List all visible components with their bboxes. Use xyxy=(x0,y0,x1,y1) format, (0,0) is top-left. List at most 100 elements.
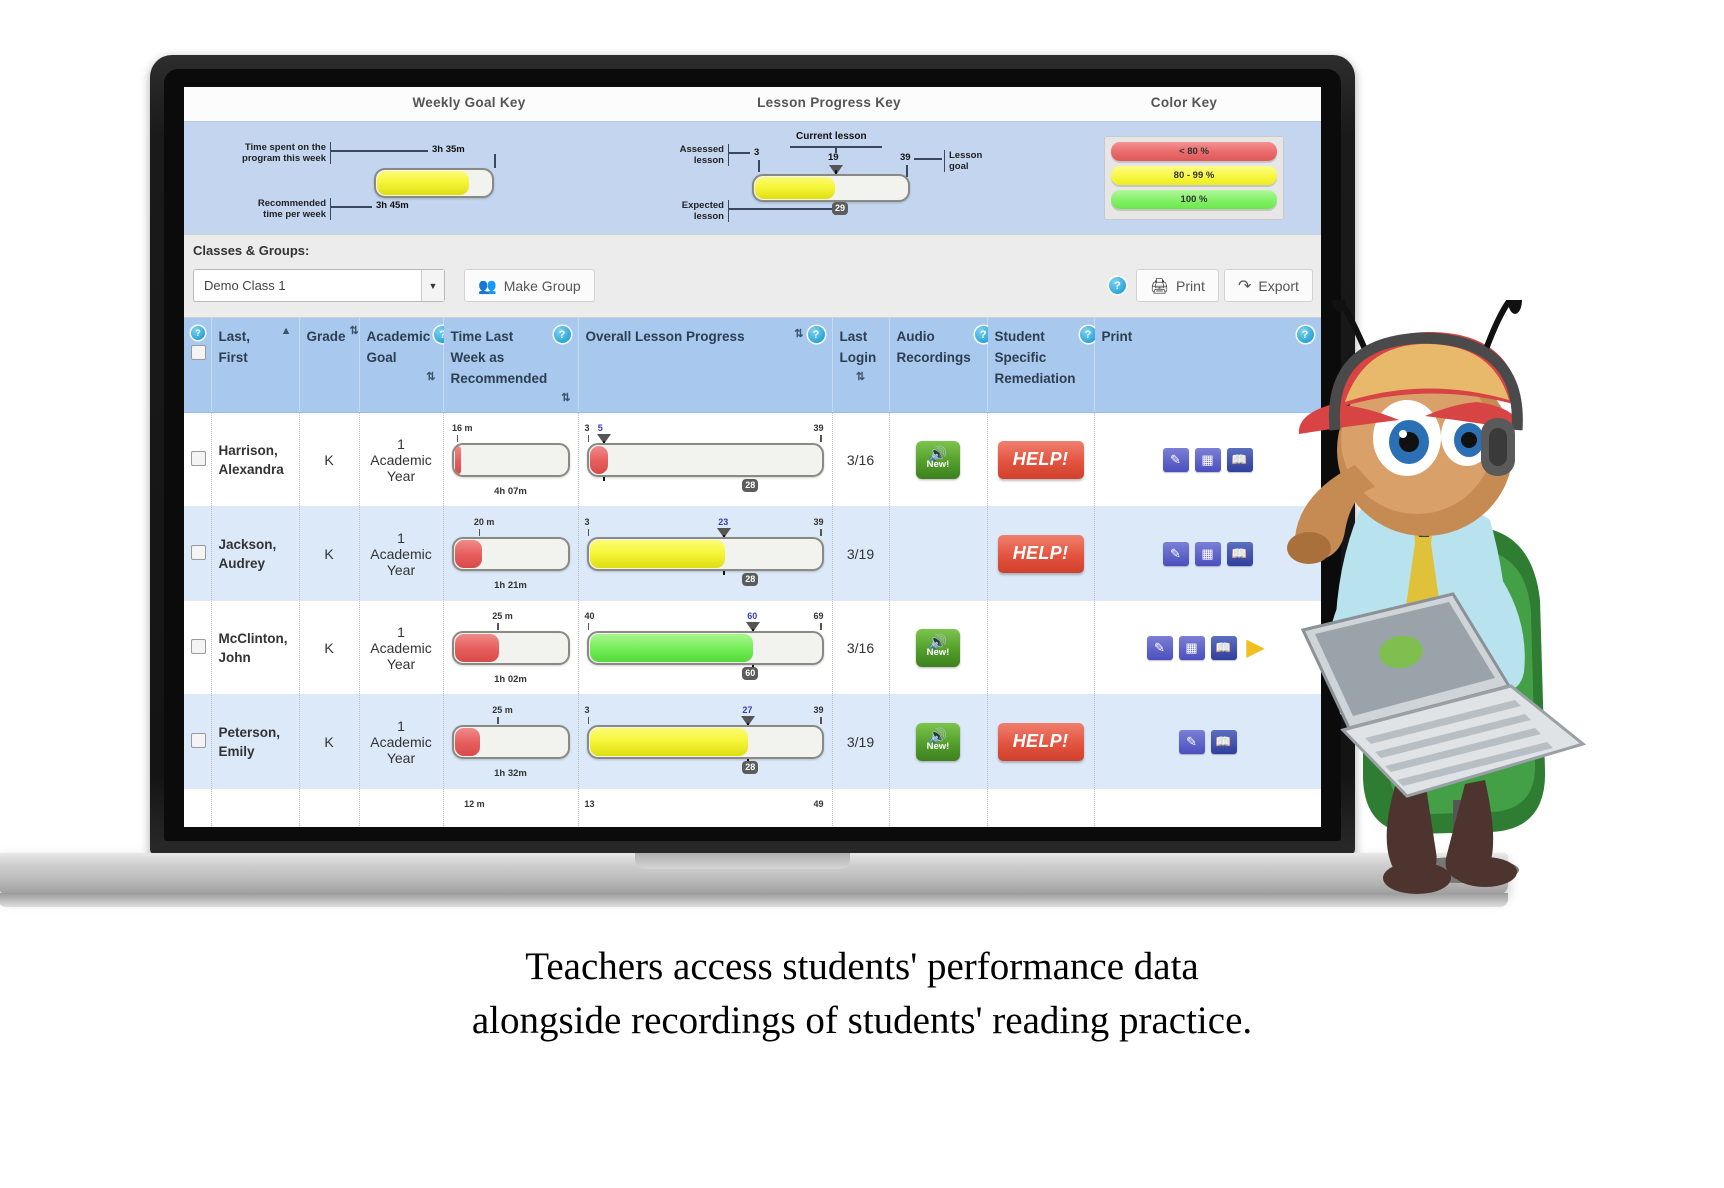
group-icon: 👥 xyxy=(478,277,497,295)
select-all-help-icon[interactable]: ? xyxy=(191,326,205,340)
select-all-checkbox[interactable] xyxy=(191,345,206,360)
lesson-end-tick xyxy=(820,434,822,442)
color-key-item-yellow: 80 - 99 % xyxy=(1111,166,1277,185)
audio-recordings-cell[interactable]: 🔊 New! xyxy=(889,694,988,789)
tick-time-spent xyxy=(494,154,496,168)
expected-lesson-label: Expected lesson xyxy=(662,200,729,222)
lesson-end-tick xyxy=(820,528,822,536)
leader-line-goal xyxy=(914,158,942,160)
remediation-cell xyxy=(987,788,1095,827)
col-header-remediation[interactable]: Student Specific Remediation ? xyxy=(987,318,1097,413)
row-select-cell[interactable] xyxy=(184,694,212,789)
weekly-goal-key-bar xyxy=(374,168,494,198)
remediation-cell[interactable]: HELP! xyxy=(987,412,1095,507)
remediation-cell[interactable]: HELP! xyxy=(987,694,1095,789)
lesson-end-label: 49 xyxy=(813,798,824,809)
col-header-lesson-progress[interactable]: Overall Lesson Progress ⇅ ? xyxy=(578,318,833,413)
sort-arrow-lesson-progress[interactable]: ⇅ xyxy=(794,329,803,340)
leader-line-expected xyxy=(728,208,840,210)
audio-recording-badge[interactable]: 🔊 New! xyxy=(916,722,960,761)
row-select-cell[interactable] xyxy=(184,788,212,827)
row-select-cell[interactable] xyxy=(184,506,212,601)
row-select-cell[interactable] xyxy=(184,412,212,507)
row-checkbox[interactable] xyxy=(191,544,206,560)
col-header-grade[interactable]: Grade ⇅ xyxy=(299,318,360,413)
report-icon[interactable]: ✎ xyxy=(1146,635,1173,660)
col-header-academic-goal-label: Academic Goal xyxy=(366,329,431,365)
class-select[interactable]: Demo Class 1 ▼ xyxy=(193,269,445,302)
laptop-mockup: Weekly Goal Key Lesson Progress Key Colo… xyxy=(0,55,1508,907)
time-progress-bar xyxy=(451,724,570,759)
assessed-lesson-value: 3 xyxy=(754,147,760,158)
grade-cell xyxy=(299,788,360,827)
table-row[interactable]: Peterson, Emily K 1 Academic Year 25 m 1h 32m 3 3… xyxy=(184,694,1321,789)
help-badge[interactable]: HELP! xyxy=(997,440,1084,479)
lesson-progress-cell-chart: 3 39 27 28 xyxy=(585,703,826,781)
last-login-cell: 3/16 xyxy=(832,412,890,507)
row-checkbox[interactable] xyxy=(191,638,206,654)
sort-arrow-last-login[interactable]: ⇅ xyxy=(856,371,865,383)
audio-recordings-cell[interactable] xyxy=(889,506,988,601)
caption: Teachers access students' performance da… xyxy=(0,940,1724,1048)
time-last-week-help-icon[interactable]: ? xyxy=(553,326,571,343)
time-tick xyxy=(478,528,481,536)
export-button[interactable]: ↷ Export xyxy=(1224,269,1313,302)
toolbar-help-icon[interactable]: ? xyxy=(1109,277,1126,294)
lesson-current-label: 5 xyxy=(597,422,603,433)
audio-recording-badge[interactable]: 🔊 New! xyxy=(916,628,960,667)
select-all-header[interactable]: ? xyxy=(184,318,212,413)
chevron-down-icon[interactable]: ▼ xyxy=(421,270,444,301)
col-header-time-last-week[interactable]: Time Last Week as Recommended ? ⇅ xyxy=(443,318,579,413)
lesson-progress-help-icon[interactable]: ? xyxy=(807,326,825,343)
make-group-button[interactable]: 👥 Make Group xyxy=(464,269,595,302)
class-select-value: Demo Class 1 xyxy=(204,278,286,293)
academic-goal-cell xyxy=(359,788,444,827)
table-row[interactable]: Jackson, Audrey K 1 Academic Year 20 m 1h 21m 3 3… xyxy=(184,506,1321,601)
table-row-partial[interactable]: 12 m 13 49 xyxy=(184,788,1321,827)
audio-recordings-cell[interactable]: 🔊 New! xyxy=(889,600,988,695)
row-checkbox[interactable] xyxy=(191,450,206,466)
lesson-progress-cell: 3 39 27 28 xyxy=(578,694,833,789)
row-checkbox[interactable] xyxy=(191,732,206,748)
time-top-label: 20 m xyxy=(473,516,495,527)
last-login-cell xyxy=(832,788,890,827)
app-screen: Weekly Goal Key Lesson Progress Key Colo… xyxy=(184,87,1321,827)
export-button-label: Export xyxy=(1258,277,1299,294)
lesson-progress-cell-chart: 3 39 5 28 xyxy=(585,421,826,499)
lesson-current-label: 60 xyxy=(747,610,758,621)
time-last-week-cell-chart: 25 m 1h 32m xyxy=(450,703,572,781)
lesson-start-label: 3 xyxy=(584,516,590,527)
remediation-cell[interactable] xyxy=(987,600,1095,695)
remediation-cell[interactable]: HELP! xyxy=(987,506,1095,601)
students-table: ? Last, First ▲ Grade ⇅ Academic Goal ? xyxy=(184,318,1321,827)
time-progress-bar xyxy=(451,630,570,665)
sort-arrow-time-last-week[interactable]: ⇅ xyxy=(561,392,570,404)
expected-lesson-badge: 28 xyxy=(742,572,759,586)
col-header-grade-label: Grade xyxy=(306,329,346,344)
audio-recording-badge[interactable]: 🔊 New! xyxy=(916,440,960,479)
lesson-progress-bar xyxy=(586,724,824,759)
help-badge[interactable]: HELP! xyxy=(997,722,1084,761)
print-button[interactable]: 🖨 Print xyxy=(1136,269,1219,302)
sort-arrow-grade[interactable]: ⇅ xyxy=(350,326,359,337)
sort-arrow-name[interactable]: ▲ xyxy=(281,326,292,337)
col-header-name[interactable]: Last, First ▲ xyxy=(211,318,300,413)
audio-recordings-cell xyxy=(889,788,988,827)
col-header-audio-recordings[interactable]: Audio Recordings ? xyxy=(889,318,992,413)
table-row[interactable]: Harrison, Alexandra K 1 Academic Year 16 m 4h 0… xyxy=(184,412,1321,507)
col-header-academic-goal[interactable]: Academic Goal ? ⇅ xyxy=(359,318,452,413)
lesson-progress-cell-chart: 40 69 60 60 xyxy=(585,609,826,687)
lesson-current-label: 27 xyxy=(742,704,753,715)
student-name-cell: Peterson, Emily xyxy=(211,694,300,789)
help-badge[interactable]: HELP! xyxy=(997,534,1084,573)
table-row[interactable]: McClinton, John K 1 Academic Year 25 m 1h 02m 40… xyxy=(184,600,1321,695)
audio-recordings-cell[interactable]: 🔊 New! xyxy=(889,412,988,507)
lesson-start-label: 3 xyxy=(584,422,590,433)
time-under-label: 1h 32m xyxy=(494,767,527,779)
last-login-cell: 3/19 xyxy=(832,506,890,601)
row-select-cell[interactable] xyxy=(184,600,212,695)
classes-groups-label: Classes & Groups: xyxy=(193,243,310,258)
col-header-last-login[interactable]: Last Login ⇅ xyxy=(832,318,890,413)
academic-goal-cell: 1 Academic Year xyxy=(359,506,444,601)
sort-arrow-academic-goal[interactable]: ⇅ xyxy=(426,371,435,383)
